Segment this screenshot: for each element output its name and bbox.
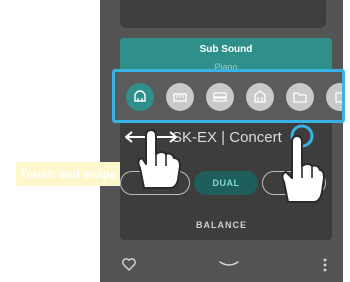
- partial-icon: [335, 92, 342, 103]
- chevron-down-icon[interactable]: [218, 259, 240, 269]
- category-button-organ[interactable]: [206, 83, 234, 111]
- previous-panel: [120, 0, 326, 28]
- sound-name-label[interactable]: SK-EX | Concert: [172, 129, 282, 146]
- tap-hand-icon: [281, 124, 325, 203]
- category-button-building[interactable]: [246, 83, 274, 111]
- heart-icon[interactable]: [121, 256, 137, 272]
- building-icon: [254, 90, 266, 103]
- category-button-piano[interactable]: [126, 83, 154, 111]
- sub-sound-title: Sub Sound: [199, 44, 253, 55]
- instruction-callout: Touch and swipe: [16, 162, 120, 186]
- category-strip[interactable]: [112, 69, 345, 123]
- category-button-electric-piano[interactable]: [166, 83, 194, 111]
- category-button-folder[interactable]: [286, 83, 314, 111]
- category-button-partial[interactable]: [326, 83, 342, 111]
- folder-icon: [293, 92, 307, 103]
- bottom-bar: [100, 248, 343, 282]
- balance-label: BALANCE: [196, 220, 247, 230]
- organ-icon: [213, 92, 227, 102]
- electric-piano-icon: [173, 93, 187, 102]
- more-vertical-icon[interactable]: [322, 257, 328, 273]
- swipe-hand-icon: [137, 129, 181, 189]
- dual-mode-button[interactable]: DUAL: [194, 171, 258, 195]
- piano-icon: [134, 90, 146, 102]
